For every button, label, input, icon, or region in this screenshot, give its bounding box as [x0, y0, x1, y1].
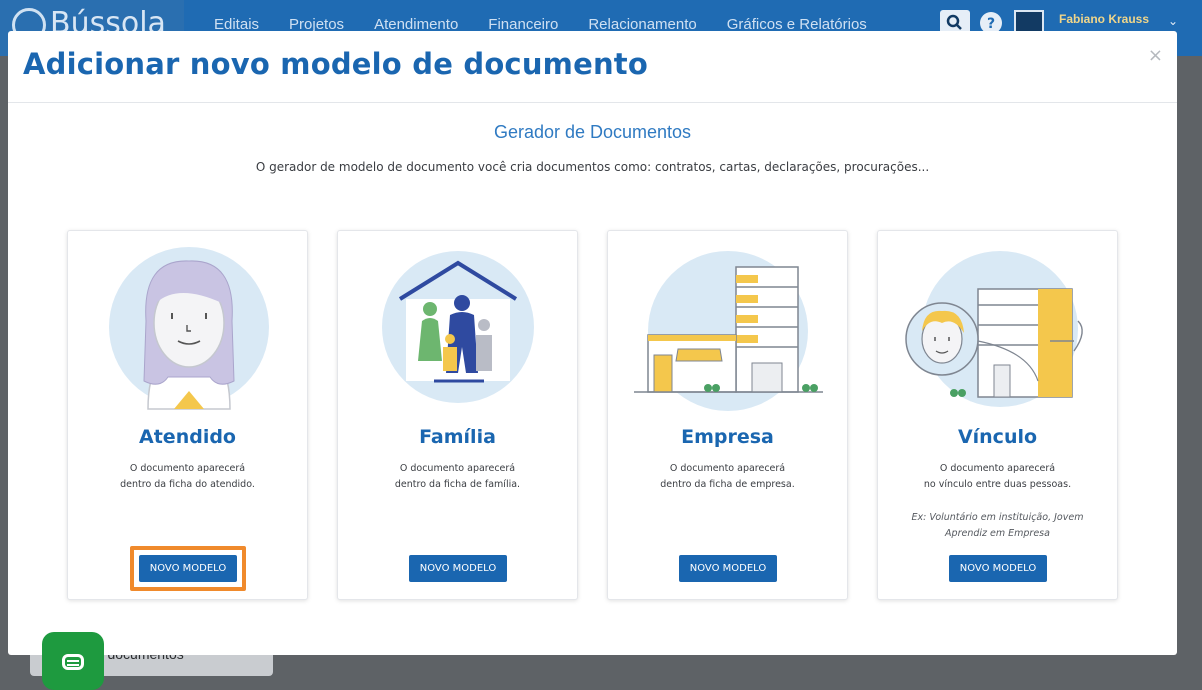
modal-title: Adicionar novo modelo de documento — [23, 47, 648, 81]
card-title: Vínculo — [957, 426, 1038, 448]
user-name[interactable]: Fabiano Krauss — [1059, 12, 1149, 26]
family-house-icon — [382, 251, 534, 403]
new-document-model-modal: Adicionar novo modelo de documento × Ger… — [8, 31, 1177, 655]
card-description: O documento aparecerá dentro da ficha de… — [608, 461, 847, 493]
new-model-button-familia[interactable]: NOVO MODELO — [409, 555, 507, 582]
chevron-down-icon[interactable]: ⌄ — [1168, 14, 1178, 28]
model-type-cards: Atendido O documento aparecerá dentro da… — [67, 230, 1118, 600]
chat-icon-line — [67, 664, 79, 666]
card-description-line: O documento aparecerá — [669, 463, 786, 474]
card-title: Família — [419, 426, 496, 448]
chat-icon-line — [67, 660, 79, 662]
card-familia: Família O documento aparecerá dentro da … — [337, 230, 578, 600]
chat-button[interactable] — [42, 632, 104, 690]
svg-text:?: ? — [987, 16, 995, 32]
card-description-line: O documento aparecerá — [129, 463, 246, 474]
link-person-building-icon — [905, 251, 1083, 407]
card-description: O documento aparecerá dentro da ficha de… — [338, 461, 577, 493]
card-description-line: O documento aparecerá — [939, 463, 1056, 474]
section-subtitle: Gerador de Documentos — [493, 122, 692, 142]
card-description: O documento aparecerá dentro da ficha do… — [68, 461, 307, 493]
close-icon[interactable]: × — [1148, 45, 1163, 66]
new-model-button-vinculo[interactable]: NOVO MODELO — [949, 555, 1047, 582]
card-title: Atendido — [139, 426, 236, 448]
card-empresa: Empresa O documento aparecerá dentro da … — [607, 230, 848, 600]
chat-icon — [62, 654, 84, 670]
new-model-button-atendido[interactable]: NOVO MODELO — [139, 555, 237, 582]
woman-avatar-icon — [109, 247, 269, 410]
card-description-line: no vínculo entre duas pessoas. — [923, 479, 1072, 490]
card-description-line: dentro da ficha de empresa. — [660, 479, 795, 490]
card-description-line: dentro da ficha de família. — [394, 479, 521, 490]
card-description-line: dentro da ficha do atendido. — [120, 479, 255, 490]
modal-header: Adicionar novo modelo de documento × — [8, 31, 1177, 103]
card-title: Empresa — [681, 426, 774, 448]
card-atendido: Atendido O documento aparecerá dentro da… — [67, 230, 308, 600]
card-description-line: O documento aparecerá — [399, 463, 516, 474]
company-building-icon — [634, 251, 823, 411]
card-vinculo: Vínculo O documento aparecerá no vínculo… — [877, 230, 1118, 600]
card-example-line: Aprendiz em Empresa — [945, 528, 1050, 539]
card-description: O documento aparecerá no vínculo entre d… — [878, 461, 1117, 493]
card-example-line: Ex: Voluntário em instituição, Jovem — [911, 512, 1084, 523]
new-model-button-empresa[interactable]: NOVO MODELO — [679, 555, 777, 582]
card-example: Ex: Voluntário em instituição, Jovem Apr… — [878, 510, 1117, 542]
section-description: O gerador de modelo de documento você cr… — [255, 160, 930, 174]
